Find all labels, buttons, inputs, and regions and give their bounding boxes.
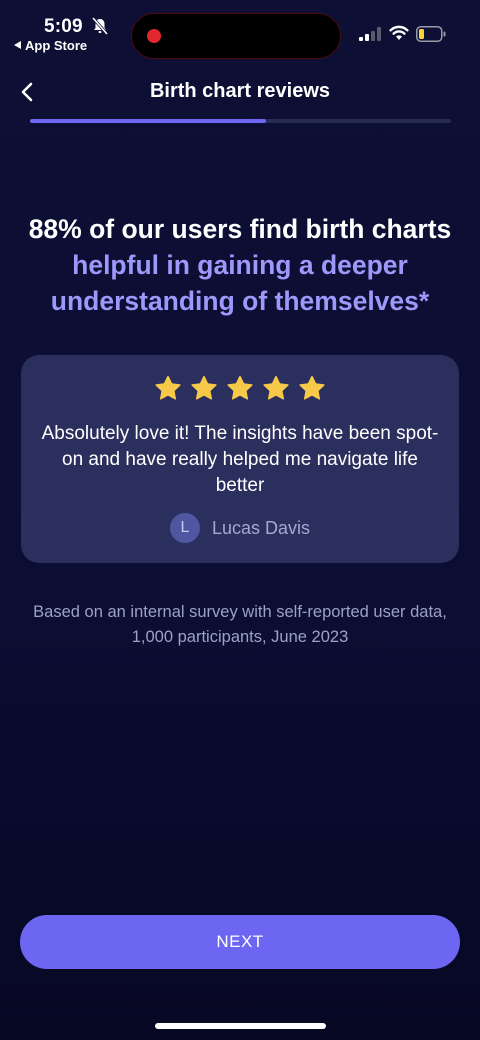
avatar: L xyxy=(169,513,200,543)
battery-icon xyxy=(416,26,446,42)
status-time: 5:09 xyxy=(44,16,83,37)
survey-disclaimer: Based on an internal survey with self-re… xyxy=(33,603,447,646)
star-icon xyxy=(263,375,289,400)
star-icon xyxy=(155,375,181,400)
headline-accent: helpful in gaining a deeper understandin… xyxy=(50,250,430,316)
headline-text: 88% of our users find birth charts xyxy=(28,214,452,244)
cellular-signal-icon xyxy=(359,27,381,41)
star-rating xyxy=(21,375,459,402)
home-indicator[interactable] xyxy=(155,1023,326,1029)
recording-dot-icon xyxy=(147,29,161,43)
wifi-icon xyxy=(389,25,409,40)
star-icon xyxy=(227,375,253,400)
star-icon xyxy=(191,375,217,400)
review-card: Absolutely love it! The insights have be… xyxy=(21,355,459,563)
back-triangle-icon xyxy=(14,41,21,49)
headline: 88% of our users find birth charts helpf… xyxy=(20,211,460,319)
star-icon xyxy=(299,375,325,400)
back-app-label: App Store xyxy=(25,38,88,53)
progress-bar-fill xyxy=(30,119,266,123)
review-author: L Lucas Davis xyxy=(21,513,459,543)
review-text: Absolutely love it! The insights have be… xyxy=(41,423,439,496)
back-to-app-link[interactable]: App Store xyxy=(14,38,87,53)
progress-bar xyxy=(30,119,451,123)
bell-muted-icon xyxy=(92,17,108,35)
next-button[interactable]: NEXT xyxy=(20,915,460,969)
author-name: Lucas Davis xyxy=(211,517,311,538)
page-title: Birth chart reviews xyxy=(149,80,331,102)
dynamic-island xyxy=(131,13,341,59)
